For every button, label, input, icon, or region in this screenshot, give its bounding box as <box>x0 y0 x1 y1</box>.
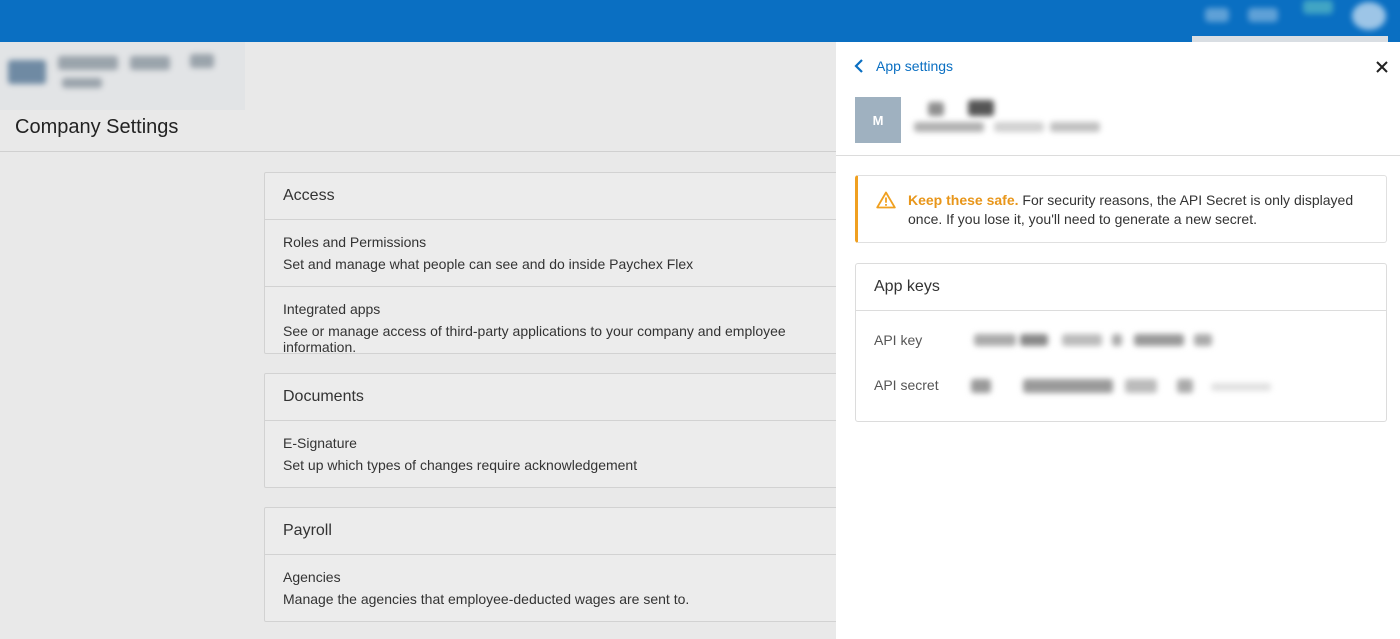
api-key-value[interactable] <box>974 330 1224 350</box>
app-keys-title: App keys <box>856 264 1386 311</box>
list-item-roles-permissions[interactable]: Roles and Permissions Set and manage wha… <box>265 220 865 287</box>
user-avatar[interactable] <box>1352 2 1386 30</box>
company-name-blurred <box>190 54 214 68</box>
app-name-blurred <box>968 100 994 116</box>
app-meta-blurred <box>914 122 984 132</box>
payroll-section: Payroll Agencies Manage the agencies tha… <box>264 507 866 622</box>
title-divider <box>0 151 836 152</box>
item-title: E-Signature <box>283 435 357 451</box>
app-settings-panel: App settings M Keep these safe. For secu… <box>836 42 1400 639</box>
app-meta-blurred <box>994 122 1044 132</box>
top-navigation-bar <box>0 0 1400 42</box>
company-settings-page: Company Settings Access Roles and Permis… <box>0 42 866 639</box>
api-key-label: API key <box>874 332 923 348</box>
section-header-payroll: Payroll <box>265 508 865 555</box>
chevron-left-icon <box>854 59 863 73</box>
back-label: App settings <box>876 58 954 74</box>
warning-triangle-icon <box>876 191 896 209</box>
company-logo <box>8 60 46 84</box>
item-description: Set and manage what people can see and d… <box>283 256 694 272</box>
item-title: Roles and Permissions <box>283 234 427 250</box>
app-keys-card: App keys API key API secret <box>855 263 1387 422</box>
company-logo-area <box>0 42 245 110</box>
header-icon-blurred[interactable] <box>1205 8 1229 22</box>
close-icon[interactable] <box>1374 59 1390 75</box>
list-item-integrated-apps[interactable]: Integrated apps See or manage access of … <box>265 287 865 355</box>
company-id-blurred <box>62 78 102 88</box>
header-icon-blurred[interactable] <box>1248 8 1278 22</box>
back-to-app-settings-link[interactable]: App settings <box>854 58 953 74</box>
item-title: Agencies <box>283 569 341 585</box>
app-meta-blurred <box>1050 122 1100 132</box>
app-initial: M <box>872 112 884 128</box>
alert-message: Keep these safe. For security reasons, t… <box>908 191 1378 229</box>
app-avatar: M <box>855 97 901 143</box>
item-title: Integrated apps <box>283 301 381 317</box>
item-description: Set up which types of changes require ac… <box>283 457 638 473</box>
security-warning-alert: Keep these safe. For security reasons, t… <box>855 175 1387 243</box>
section-header-access: Access <box>265 173 865 220</box>
item-description: Manage the agencies that employee-deduct… <box>283 591 690 607</box>
company-name-blurred <box>130 56 170 70</box>
alert-strong-text: Keep these safe. <box>908 192 1019 208</box>
section-header-documents: Documents <box>265 374 865 421</box>
documents-section: Documents E-Signature Set up which types… <box>264 373 866 488</box>
company-name-blurred <box>58 56 118 70</box>
page-title: Company Settings <box>15 116 179 138</box>
api-secret-label: API secret <box>874 377 939 393</box>
list-item-e-signature[interactable]: E-Signature Set up which types of change… <box>265 421 865 487</box>
api-secret-value[interactable] <box>971 375 1271 397</box>
list-item-agencies[interactable]: Agencies Manage the agencies that employ… <box>265 555 865 621</box>
app-name-blurred <box>928 102 944 116</box>
panel-header: App settings M <box>836 42 1400 156</box>
access-section: Access Roles and Permissions Set and man… <box>264 172 866 355</box>
item-description: See or manage access of third-party appl… <box>283 323 786 355</box>
header-icon-blurred[interactable] <box>1303 0 1333 14</box>
